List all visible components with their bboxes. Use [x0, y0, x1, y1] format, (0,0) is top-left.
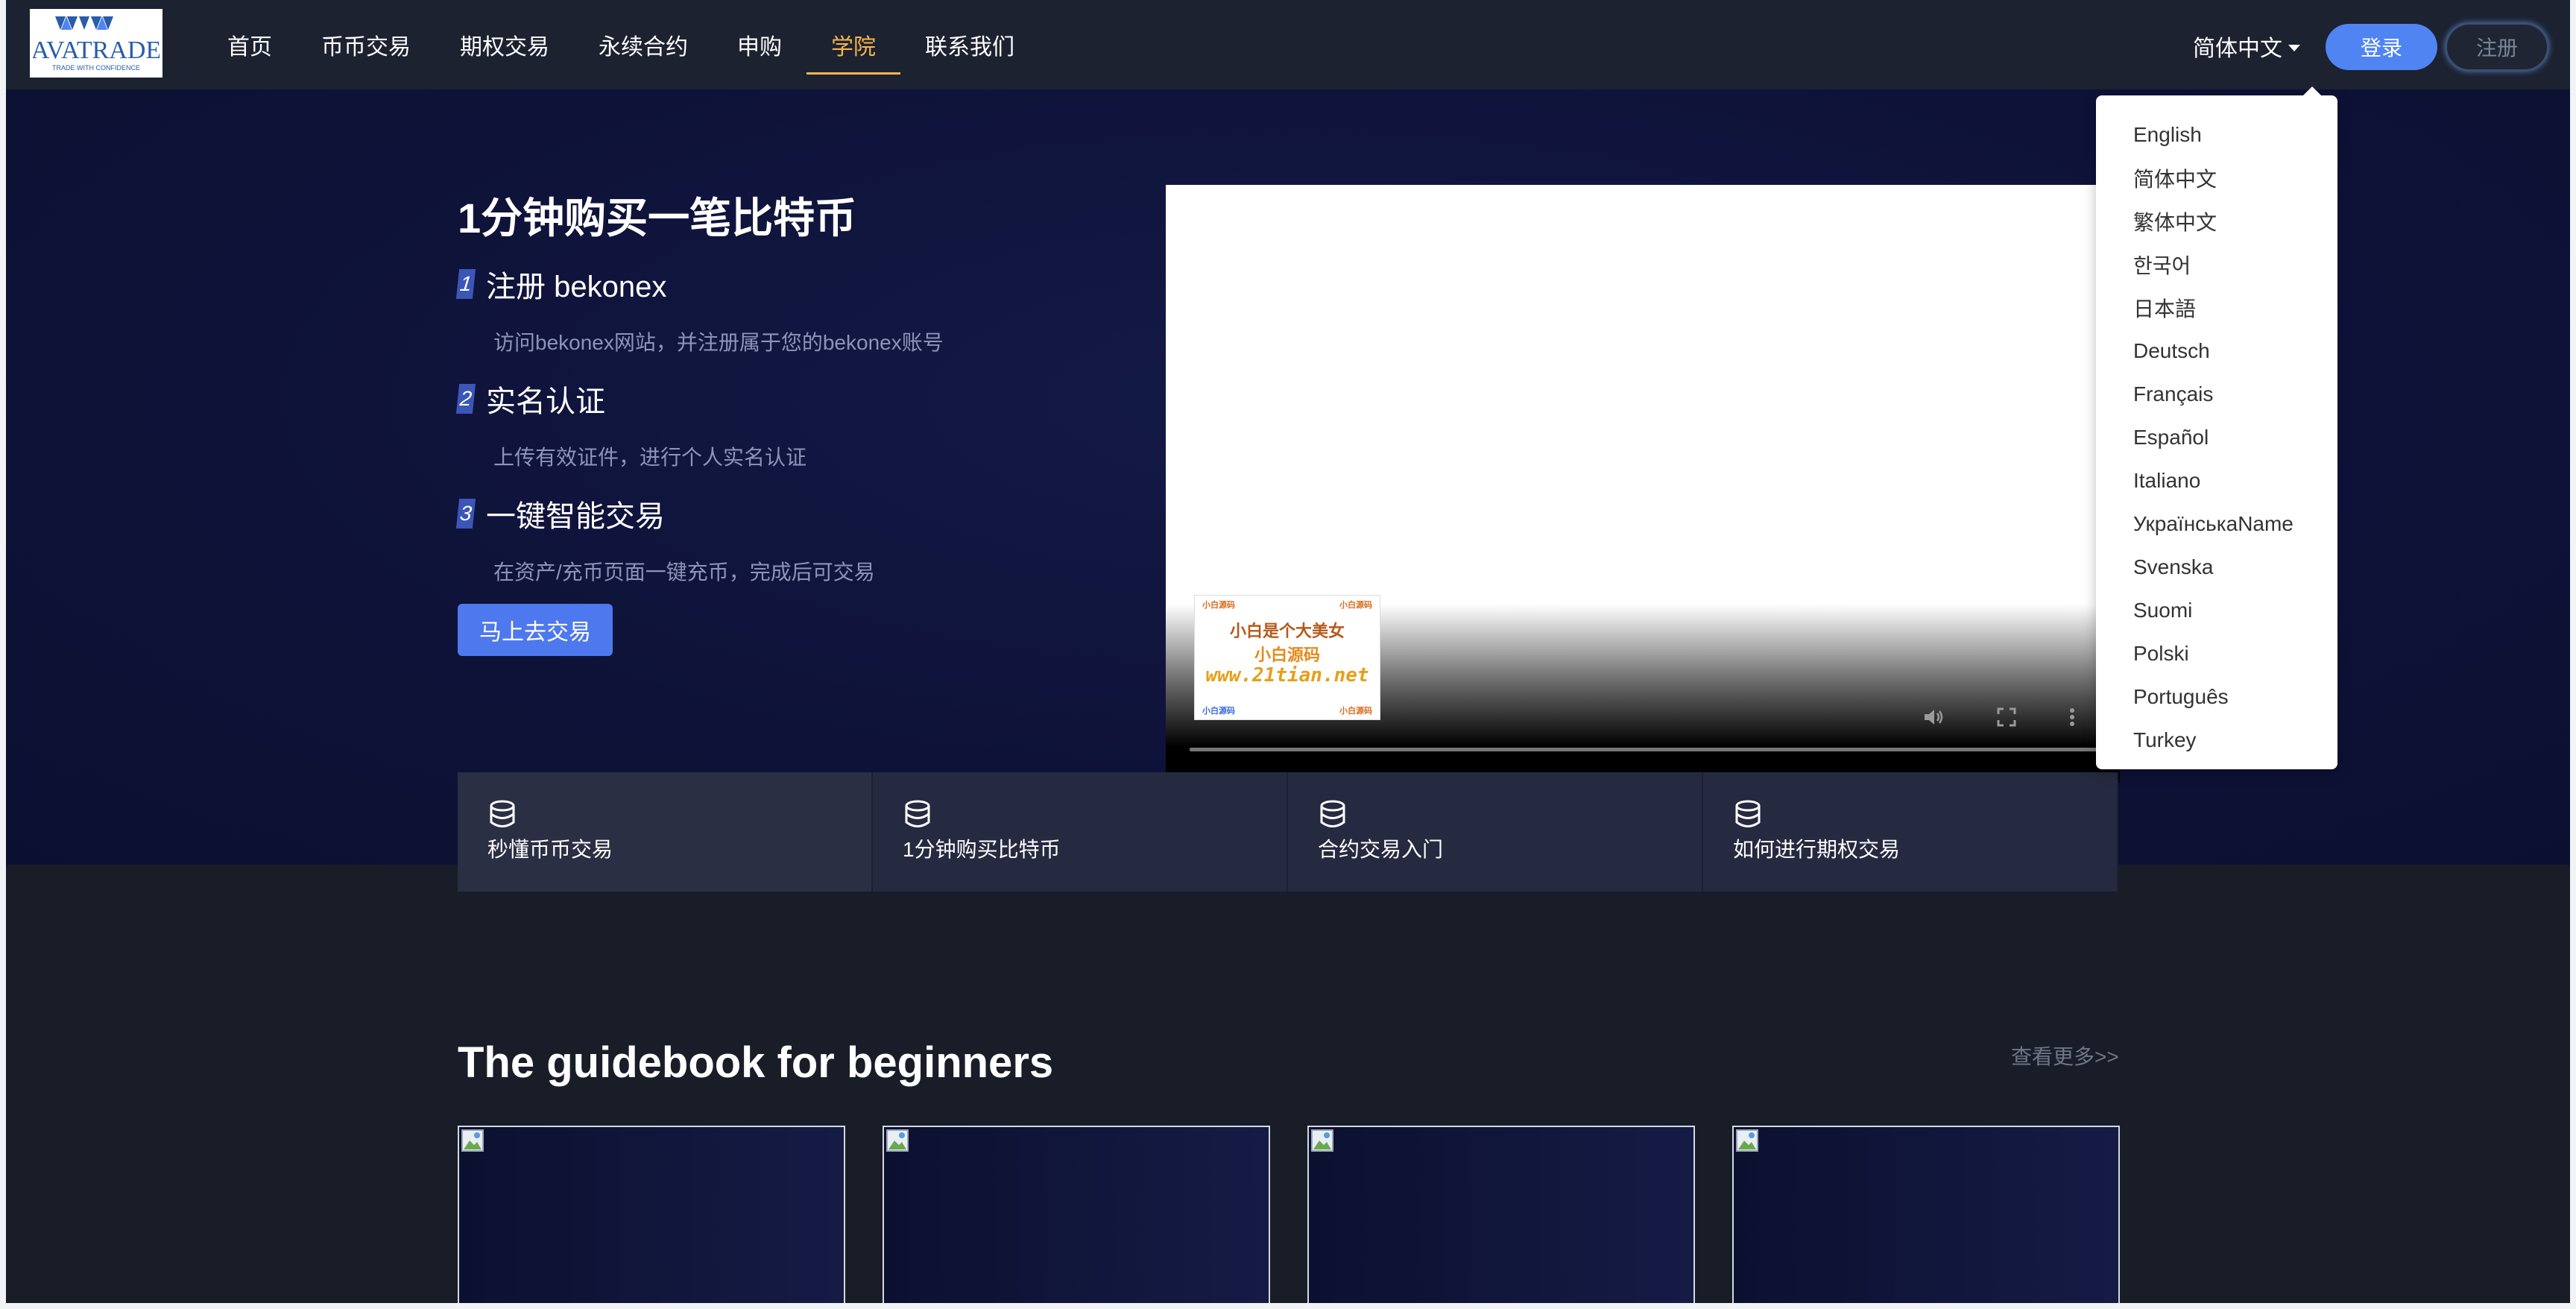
nav-subscribe[interactable]: 申购 [713, 0, 806, 89]
database-icon [905, 800, 930, 827]
step-title: 实名认证 [486, 385, 605, 418]
broken-image-icon [1736, 1129, 1758, 1152]
register-button[interactable]: 注册 [2445, 22, 2549, 72]
broken-image-icon [886, 1129, 909, 1152]
step-title: 注册 bekonex [486, 271, 667, 303]
view-more-link[interactable]: 查看更多>> [2011, 1041, 2119, 1070]
watermark-corner: 小白源码 [1202, 707, 1235, 716]
step-number: 2 [455, 384, 476, 414]
broken-image-icon [461, 1129, 484, 1152]
guidebook-cards [458, 1126, 2120, 1303]
step-2: 2 实名认证 上传有效证件，进行个人实名认证 [455, 377, 807, 471]
database-icon [1735, 800, 1761, 827]
database-icon [1320, 800, 1345, 827]
language-option-simplified-chinese[interactable]: 简体中文 [2096, 157, 2337, 200]
language-option-korean[interactable]: 한국어 [2096, 243, 2337, 286]
nav-perpetual-contract[interactable]: 永续合约 [574, 0, 713, 89]
go-trade-button[interactable]: 马上去交易 [458, 604, 613, 656]
more-options-icon[interactable] [2066, 705, 2078, 729]
language-option-english[interactable]: English [2096, 113, 2337, 157]
top-header: AVATRADE TRADE WITH CONFIDENCE 首页 币币交易 期… [6, 0, 2570, 89]
video-watermark: 小白源码 小白源码 小白是个大美女 小白源码 www.21tian.net 小白… [1194, 595, 1380, 720]
guidebook-title: The guidebook for beginners [458, 1038, 1054, 1087]
feature-tab-label: 1分钟购买比特币 [903, 838, 1061, 861]
language-selector-label: 简体中文 [2193, 37, 2282, 61]
language-option-italian[interactable]: Italiano [2096, 459, 2337, 502]
step-number: 1 [455, 269, 476, 299]
step-number: 3 [455, 499, 476, 529]
step-title: 一键智能交易 [486, 500, 665, 533]
step-3: 3 一键智能交易 在资产/充币页面一键充币，完成后可交易 [455, 492, 875, 586]
login-button[interactable]: 登录 [2326, 24, 2437, 70]
feature-tab-contract-intro[interactable]: 合约交易入门 [1288, 772, 1703, 892]
feature-tab-buy-bitcoin[interactable]: 1分钟购买比特币 [873, 772, 1288, 892]
guide-card[interactable] [1732, 1126, 2120, 1303]
logo-text: AVATRADE [33, 37, 160, 64]
step-description: 在资产/充币页面一键充币，完成后可交易 [493, 561, 875, 584]
step-description: 上传有效证件，进行个人实名认证 [493, 446, 807, 469]
fullscreen-icon[interactable] [1995, 705, 2018, 729]
language-option-french[interactable]: Français [2096, 373, 2337, 416]
nav-contact-us[interactable]: 联系我们 [900, 0, 1039, 89]
language-option-spanish[interactable]: Español [2096, 416, 2337, 459]
language-option-traditional-chinese[interactable]: 繁体中文 [2096, 200, 2337, 243]
language-dropdown: English 简体中文 繁体中文 한국어 日本語 Deutsch França… [2096, 86, 2337, 769]
main-nav: 首页 币币交易 期权交易 永续合约 申购 学院 联系我们 [203, 0, 1039, 89]
language-option-swedish[interactable]: Svenska [2096, 546, 2337, 589]
feature-tab-label: 合约交易入门 [1318, 838, 1444, 861]
watermark-line: www.21tian.net [1205, 664, 1369, 687]
broken-image-icon [1311, 1129, 1333, 1152]
watermark-line: 小白源码 [1254, 646, 1320, 664]
language-option-german[interactable]: Deutsch [2096, 329, 2337, 373]
watermark-corner: 小白源码 [1202, 601, 1235, 610]
feature-tab-spot[interactable]: 秒懂币币交易 [458, 772, 873, 892]
volume-icon[interactable] [1922, 705, 1945, 729]
watermark-line: 小白是个大美女 [1229, 622, 1345, 640]
nav-home[interactable]: 首页 [203, 0, 297, 89]
step-description: 访问bekonex网站，并注册属于您的bekonex账号 [493, 331, 944, 354]
feature-tab-options[interactable]: 如何进行期权交易 [1703, 772, 2118, 892]
language-option-japanese[interactable]: 日本語 [2096, 286, 2337, 329]
caret-down-icon [2288, 44, 2300, 51]
watermark-corner: 小白源码 [1339, 601, 1372, 610]
database-icon [490, 800, 515, 827]
language-option-turkish[interactable]: Turkey [2096, 719, 2337, 762]
feature-tab-label: 秒懂币币交易 [487, 838, 613, 861]
guide-card[interactable] [1307, 1126, 1695, 1303]
nav-options-trading[interactable]: 期权交易 [435, 0, 574, 89]
watermark-corner: 小白源码 [1339, 707, 1372, 716]
logo-tagline: TRADE WITH CONFIDENCE [52, 64, 140, 72]
language-option-finnish[interactable]: Suomi [2096, 589, 2337, 632]
guide-card[interactable] [883, 1126, 1270, 1303]
language-option-polish[interactable]: Polski [2096, 632, 2337, 675]
guide-card[interactable] [458, 1126, 845, 1303]
nav-academy[interactable]: 学院 [806, 0, 900, 89]
brand-logo[interactable]: AVATRADE TRADE WITH CONFIDENCE [30, 9, 162, 78]
video-progress-bar[interactable] [1190, 748, 2120, 751]
step-1: 1 注册 bekonex 访问bekonex网站，并注册属于您的bekonex账… [455, 262, 944, 356]
tutorial-video-player[interactable]: 小白源码 小白源码 小白是个大美女 小白源码 www.21tian.net 小白… [1166, 185, 2120, 783]
page-frame: AVATRADE TRADE WITH CONFIDENCE 首页 币币交易 期… [6, 0, 2570, 1303]
nav-spot-trading[interactable]: 币币交易 [297, 0, 435, 89]
language-selector[interactable]: 简体中文 [2193, 30, 2300, 63]
feature-tabs: 秒懂币币交易 1分钟购买比特币 合约交易入门 如何进行期权交易 [458, 772, 2120, 892]
hero-title: 1分钟购买一笔比特币 [458, 195, 857, 242]
avatrade-logo-icon: AVATRADE TRADE WITH CONFIDENCE [33, 16, 160, 72]
language-option-ukrainian[interactable]: УкраїнськаName [2096, 502, 2337, 546]
language-option-portuguese[interactable]: Português [2096, 675, 2337, 719]
feature-tab-label: 如何进行期权交易 [1733, 838, 1901, 861]
